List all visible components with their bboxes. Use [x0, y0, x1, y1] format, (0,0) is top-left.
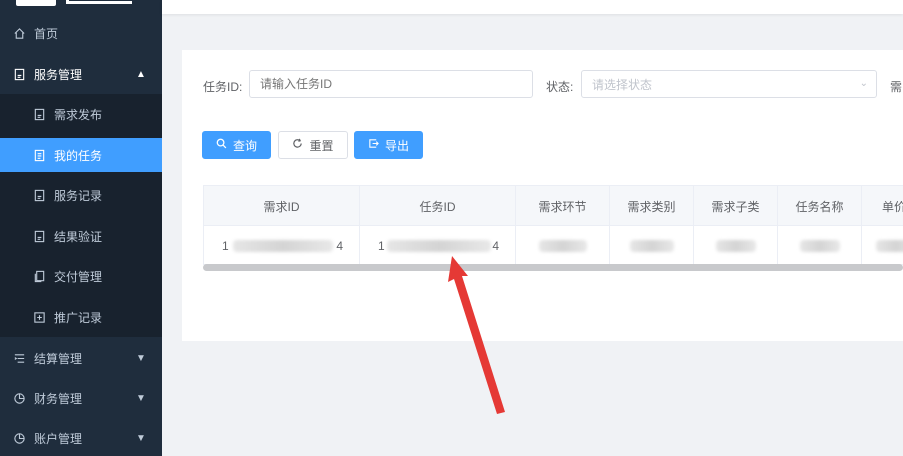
redacted-value — [715, 240, 756, 252]
list-icon — [12, 351, 26, 365]
sidebar-subitem-label: 推广记录 — [54, 310, 103, 325]
sidebar-subitem-promotion-records[interactable]: 推广记录 — [0, 300, 162, 334]
export-button-label: 导出 — [384, 138, 409, 153]
column-header-demand-id[interactable]: 需求ID — [204, 186, 360, 226]
cell-demand-stage — [516, 226, 610, 264]
column-header-task-name[interactable]: 任务名称 — [778, 186, 862, 226]
redacted-value — [629, 240, 674, 252]
chevron-up-icon: ▲ — [136, 68, 146, 80]
sidebar-subitem-result-verification[interactable]: 结果验证 — [0, 219, 162, 253]
sidebar-subitem-label: 需求发布 — [54, 107, 103, 122]
extra-filter-label: 需 — [890, 80, 903, 94]
cell-demand-subcategory — [694, 226, 778, 264]
status-label: 状态: — [546, 80, 574, 94]
chevron-down-icon: ▼ — [136, 392, 146, 404]
table-header: 需求ID 任务ID 需求环节 需求类别 需求子类 任务名称 单价 — [204, 186, 903, 226]
reset-button[interactable]: 重置 — [278, 131, 348, 159]
cell-text-prefix: 1 — [378, 239, 385, 253]
sidebar-subitem-delivery-management[interactable]: 交付管理 — [0, 259, 162, 293]
sidebar-subitem-label: 我的任务 — [54, 148, 103, 163]
column-header-demand-subcategory[interactable]: 需求子类 — [694, 186, 778, 226]
document-icon — [32, 107, 46, 121]
refresh-icon — [292, 138, 303, 152]
document-icon — [32, 229, 46, 243]
sidebar-item-label: 财务管理 — [34, 391, 83, 406]
cell-unit-price — [862, 226, 903, 264]
sidebar-item-label: 服务管理 — [34, 67, 83, 82]
column-header-unit-price[interactable]: 单价 — [862, 186, 903, 226]
sidebar-subitem-demand-publish[interactable]: 需求发布 — [0, 97, 162, 131]
sidebar-item-account-management[interactable]: 账户管理 ▼ — [0, 418, 162, 456]
table-row[interactable]: 1 4 1 4 — [204, 226, 903, 264]
pie-chart-icon — [12, 431, 26, 445]
cell-task-id: 1 4 — [360, 226, 516, 264]
chevron-down-icon: ⌄ — [859, 78, 868, 89]
column-header-demand-category[interactable]: 需求类别 — [610, 186, 694, 226]
search-button-label: 查询 — [232, 138, 257, 153]
redacted-value — [232, 240, 333, 252]
status-select[interactable]: 请选择状态 ⌄ — [581, 70, 877, 98]
reset-button-label: 重置 — [309, 138, 334, 153]
sidebar: 首页 服务管理 ▲ 需求发布 我的任务 服务记录 结果验证 交付管理 推广记录 … — [0, 0, 162, 456]
sidebar-subitem-label: 交付管理 — [54, 269, 103, 284]
sidebar-item-label: 结算管理 — [34, 351, 83, 366]
copy-icon — [32, 269, 46, 283]
cell-task-name — [778, 226, 862, 264]
pie-chart-icon — [12, 391, 26, 405]
sidebar-subitem-label: 结果验证 — [54, 229, 103, 244]
status-placeholder: 请选择状态 — [592, 77, 653, 92]
chevron-down-icon: ▼ — [136, 432, 146, 444]
document-icon — [32, 148, 46, 162]
content-card: 任务ID: 状态: 请选择状态 ⌄ 需 查询 重置 导出 需求ID 任务ID 需… — [182, 50, 903, 341]
sidebar-item-settlement-management[interactable]: 结算管理 ▼ — [0, 338, 162, 378]
sidebar-item-finance-management[interactable]: 财务管理 ▼ — [0, 378, 162, 418]
task-id-label: 任务ID: — [203, 80, 243, 94]
sidebar-subitem-service-records[interactable]: 服务记录 — [0, 178, 162, 212]
table-horizontal-scrollbar[interactable] — [203, 264, 903, 271]
cell-demand-id: 1 4 — [204, 226, 360, 264]
redacted-value — [386, 240, 491, 252]
search-icon — [216, 138, 227, 152]
export-icon — [368, 138, 379, 152]
cell-demand-category — [610, 226, 694, 264]
app-logo — [10, 0, 132, 6]
sidebar-item-home[interactable]: 首页 — [0, 13, 162, 53]
task-table: 需求ID 任务ID 需求环节 需求类别 需求子类 任务名称 单价 1 4 1 4 — [203, 185, 903, 265]
plus-square-icon — [32, 310, 46, 324]
sidebar-subitem-label: 服务记录 — [54, 188, 103, 203]
cell-text-prefix: 1 — [222, 239, 229, 253]
cell-text-suffix: 4 — [336, 239, 343, 253]
cell-text-suffix: 4 — [492, 239, 499, 253]
home-icon — [12, 26, 26, 40]
document-icon — [12, 67, 26, 81]
sidebar-subitem-my-tasks[interactable]: 我的任务 — [0, 138, 162, 172]
redacted-value — [799, 240, 840, 252]
chevron-down-icon: ▼ — [136, 352, 146, 364]
task-id-input[interactable] — [249, 70, 533, 98]
sidebar-item-label: 账户管理 — [34, 431, 83, 446]
top-header — [162, 0, 903, 14]
export-button[interactable]: 导出 — [354, 131, 423, 159]
column-header-task-id[interactable]: 任务ID — [360, 186, 516, 226]
column-header-demand-stage[interactable]: 需求环节 — [516, 186, 610, 226]
document-icon — [32, 188, 46, 202]
sidebar-item-label: 首页 — [34, 26, 59, 41]
redacted-value — [876, 240, 903, 252]
sidebar-item-service-management[interactable]: 服务管理 ▲ — [0, 54, 162, 94]
search-button[interactable]: 查询 — [202, 131, 271, 159]
redacted-value — [538, 240, 587, 252]
